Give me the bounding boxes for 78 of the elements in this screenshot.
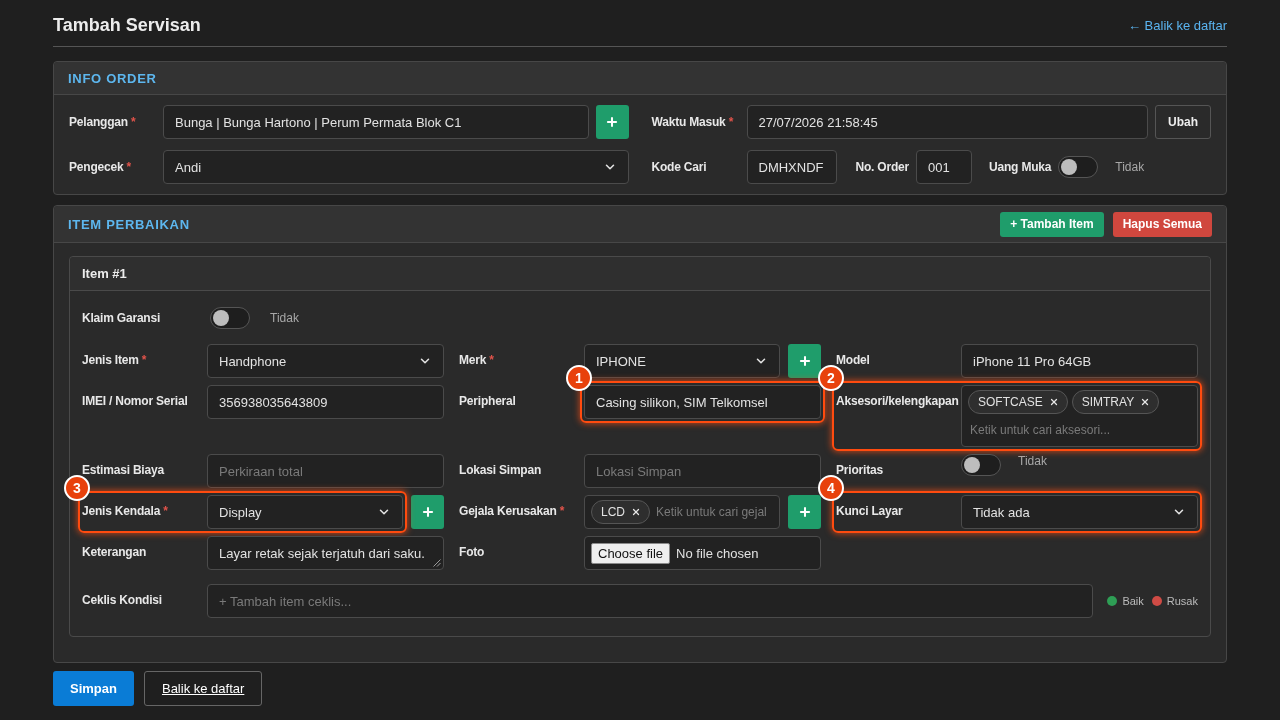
file-input-field[interactable]: Choose file No file chosen — [584, 536, 821, 570]
toggle-state-text: Tidak — [1018, 454, 1047, 468]
input-field[interactable]: + Tambah item ceklis... — [207, 584, 1094, 618]
input-field[interactable]: 001 — [916, 150, 973, 184]
toggle-state-text: Tidak — [1115, 160, 1145, 174]
field-label: Lokasi Simpan — [459, 462, 543, 478]
input-field[interactable]: DMHXNDF — [746, 150, 837, 184]
tag-label: SOFTCASE — [978, 395, 1043, 409]
back-button[interactable]: Balik ke daftar — [143, 671, 263, 706]
toggle-switch[interactable] — [961, 454, 1001, 476]
field-label: Prioritas — [836, 462, 884, 478]
field-label: Kode Cari — [651, 159, 708, 175]
input-field[interactable]: Bunga | Bunga Hartono | Perum Permata Blok C1 — [163, 105, 589, 139]
input-field[interactable]: Perkiraan total — [207, 454, 444, 488]
tag-label: LCD — [601, 505, 625, 519]
field-label: Keterangan — [82, 544, 148, 560]
item-title: Item #1 — [82, 266, 127, 281]
close-icon[interactable] — [1048, 397, 1059, 407]
resize-grip-icon[interactable] — [433, 559, 441, 567]
field-label: Uang Muka — [989, 159, 1052, 175]
field-label: Waktu Masuk * — [651, 114, 735, 130]
tag-label: SIMTRAY — [1081, 395, 1135, 409]
field-label: Ceklis Kondisi — [82, 592, 163, 608]
toggle-switch[interactable] — [1058, 156, 1099, 178]
add-button[interactable] — [595, 105, 629, 139]
tag-input-field[interactable]: LCD Ketik untuk cari gejal — [584, 495, 780, 529]
close-icon[interactable] — [1140, 397, 1151, 407]
section-title: INFO ORDER — [68, 70, 157, 86]
tag-search-input[interactable]: Ketik untuk cari aksesori... — [968, 418, 1113, 442]
tag-search-input[interactable]: Ketik untuk cari gejal — [654, 500, 769, 524]
field-label: Pelanggan * — [69, 114, 137, 130]
section-title: ITEM PERBAIKAN — [68, 216, 190, 232]
callout-number: 1 — [566, 365, 592, 391]
field-label: Gejala Kerusakan * — [459, 503, 566, 519]
field-label: Klaim Garansi — [82, 310, 162, 326]
file-status-text: No file chosen — [676, 545, 759, 561]
plus-icon — [797, 505, 812, 519]
legend-label: Rusak — [1166, 595, 1198, 607]
tag-input-field[interactable]: SOFTCASE SIMTRAY Ketik untuk cari aksesori... — [961, 385, 1198, 447]
field-label: Jenis Item * — [82, 352, 148, 368]
field-label: IMEI / Nomor Serial — [82, 393, 189, 409]
field-label: Jenis Kendala * — [82, 503, 169, 519]
field-label: Model — [836, 352, 871, 368]
plus-icon — [605, 115, 619, 129]
back-link[interactable]: ← Balik ke daftar — [1128, 17, 1227, 33]
select-field[interactable]: Handphone — [207, 344, 444, 378]
page-title: Tambah Servisan — [53, 14, 201, 36]
delete-all-button[interactable]: Hapus Semua — [1112, 211, 1212, 237]
field-label: Peripheral — [459, 393, 517, 409]
field-label: Estimasi Biaya — [82, 462, 166, 478]
callout-number: 4 — [818, 475, 844, 501]
input-field[interactable]: Casing silikon, SIM Telkomsel — [584, 385, 821, 419]
callout-number: 2 — [818, 365, 844, 391]
toggle-state-text: Tidak — [270, 311, 299, 325]
plus-icon — [420, 505, 435, 519]
input-field[interactable]: iPhone 11 Pro 64GB — [961, 344, 1198, 378]
field-label: Pengecek * — [69, 159, 133, 175]
choose-file-button[interactable]: Choose file — [591, 542, 671, 564]
edit-button[interactable]: Ubah — [1155, 105, 1211, 139]
field-label: Merk * — [459, 352, 495, 368]
select-field[interactable]: Display — [207, 495, 403, 529]
field-label: Kunci Layar — [836, 503, 904, 519]
legend-label: Baik — [1122, 595, 1144, 607]
field-label: Aksesori/kelengkapan — [836, 393, 960, 409]
callout-number: 3 — [64, 475, 90, 501]
textarea-field[interactable]: Layar retak sejak terjatuh dari saku. — [207, 536, 444, 570]
field-label: Foto — [459, 544, 486, 560]
toggle-switch[interactable] — [210, 307, 250, 329]
select-field[interactable]: IPHONE — [584, 344, 780, 378]
select-field[interactable]: Tidak ada — [961, 495, 1198, 529]
input-field[interactable]: 27/07/2026 21:58:45 — [746, 105, 1148, 139]
field-label: No. Order — [855, 159, 910, 175]
close-icon[interactable] — [631, 507, 641, 517]
input-field[interactable]: Lokasi Simpan — [584, 454, 821, 488]
plus-icon — [797, 354, 812, 368]
input-field[interactable]: 356938035643809 — [207, 385, 444, 419]
select-field[interactable]: Andi — [163, 150, 629, 184]
submit-button[interactable]: Simpan — [53, 671, 134, 706]
